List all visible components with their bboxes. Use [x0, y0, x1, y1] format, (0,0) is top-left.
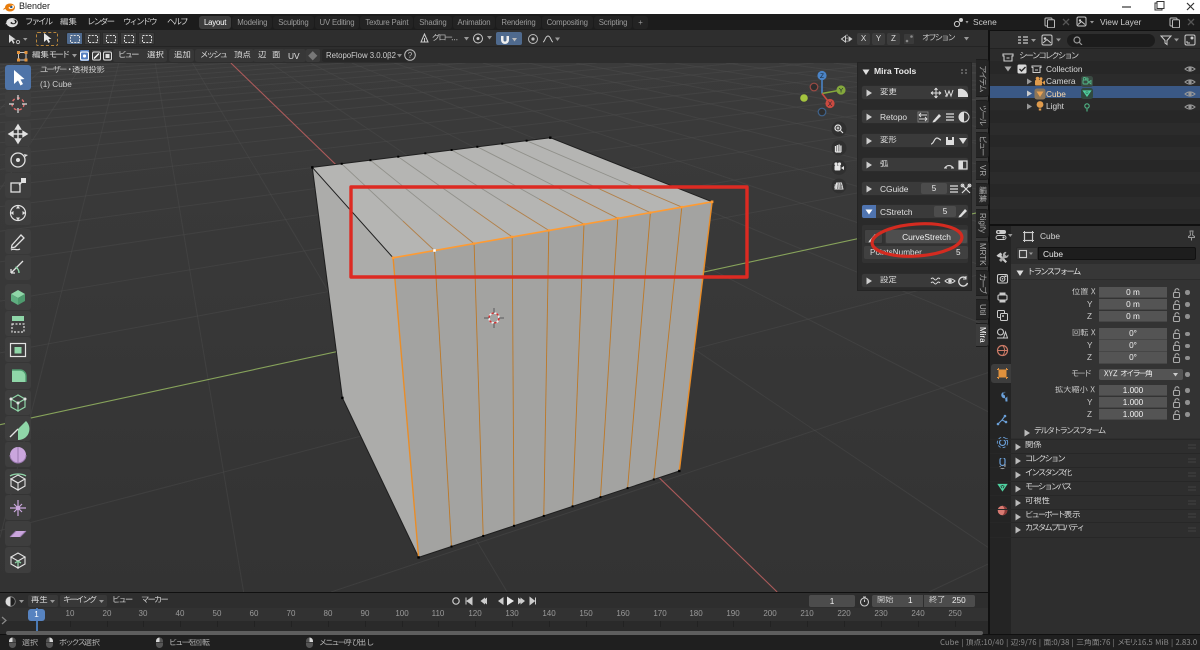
svg-text:X: X	[828, 101, 833, 108]
svg-text:?: ?	[408, 51, 413, 60]
svg-text:Y: Y	[839, 88, 844, 95]
svg-text:Z: Z	[820, 73, 824, 80]
